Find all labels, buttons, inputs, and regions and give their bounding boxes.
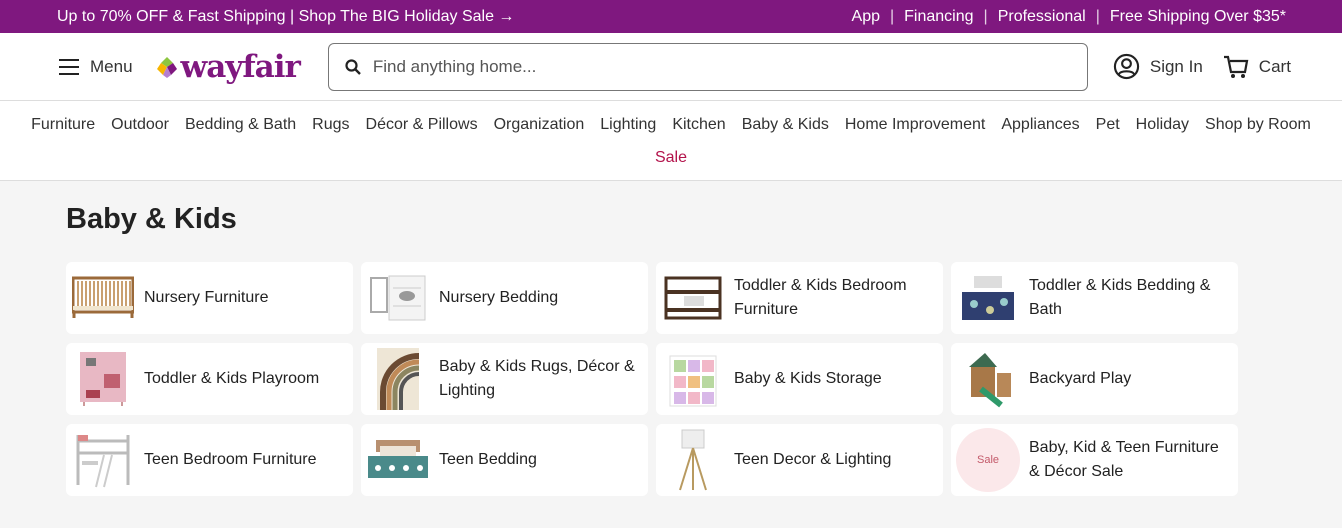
nursery-bedding-image: [365, 266, 431, 330]
sign-in-label: Sign In: [1149, 56, 1203, 76]
category-card[interactable]: Sale Baby, Kid & Teen Furniture & Décor S…: [951, 424, 1238, 496]
toy-storage-image: [660, 347, 726, 411]
sale-badge: Sale: [956, 428, 1020, 492]
category-label: Toddler & Kids Playroom: [144, 370, 320, 387]
bunk-bed-image: [660, 266, 726, 330]
category-label: Toddler & Kids Bedroom Furniture: [734, 277, 907, 318]
wayfair-logo[interactable]: wayfair: [155, 48, 301, 85]
cart-button[interactable]: Cart: [1223, 54, 1291, 80]
page-title: Baby & Kids: [66, 203, 237, 235]
financing-link[interactable]: Financing: [904, 8, 973, 26]
play-kitchen-image: [70, 347, 136, 411]
app-link[interactable]: App: [852, 8, 880, 26]
teen-bedding-image: [365, 428, 431, 492]
promo-bar: Up to 70% OFF & Fast Shipping | Shop The…: [0, 0, 1342, 33]
divider: |: [983, 7, 988, 25]
category-card[interactable]: Teen Bedding: [361, 424, 648, 496]
rainbow-rug-image: [365, 347, 431, 411]
category-label: Nursery Bedding: [439, 289, 559, 306]
nav-item-holiday[interactable]: Holiday: [1136, 116, 1189, 134]
category-label: Teen Decor & Lighting: [734, 451, 892, 468]
menu-label: Menu: [90, 56, 133, 76]
category-label: Teen Bedroom Furniture: [144, 451, 317, 468]
category-card[interactable]: Baby & Kids Rugs, Décor & Lighting: [361, 343, 648, 415]
cart-label: Cart: [1258, 56, 1291, 76]
nav-item-pet[interactable]: Pet: [1096, 116, 1120, 134]
category-card[interactable]: Teen Bedroom Furniture: [66, 424, 353, 496]
search-placeholder: Find anything home...: [372, 56, 537, 76]
nav-item-home-improvement[interactable]: Home Improvement: [845, 116, 986, 134]
sale-badge-image: Sale: [955, 428, 1021, 492]
nav-item-bedding-bath[interactable]: Bedding & Bath: [185, 116, 296, 134]
logo-text: wayfair: [180, 48, 301, 85]
logo-mark-icon: [156, 56, 177, 78]
category-card[interactable]: Toddler & Kids Bedding & Bath: [951, 262, 1238, 334]
promo-link[interactable]: Up to 70% OFF & Fast Shipping | Shop The…: [57, 8, 514, 26]
category-label: Baby & Kids Storage: [734, 370, 882, 387]
menu-button[interactable]: Menu: [58, 57, 133, 77]
search-icon: [345, 58, 361, 75]
category-card[interactable]: Backyard Play: [951, 343, 1238, 415]
search-input[interactable]: Find anything home...: [327, 42, 1088, 91]
category-card[interactable]: Nursery Furniture: [66, 262, 353, 334]
free-shipping-link[interactable]: Free Shipping Over $35*: [1110, 8, 1286, 26]
nav-item-shop-by-room[interactable]: Shop by Room: [1205, 116, 1311, 134]
category-label: Baby, Kid & Teen Furniture & Décor Sale: [1029, 439, 1219, 480]
nav-item-furniture[interactable]: Furniture: [31, 116, 95, 134]
category-label: Backyard Play: [1029, 370, 1132, 387]
hamburger-icon: [59, 58, 79, 75]
category-card[interactable]: Nursery Bedding: [361, 262, 648, 334]
playset-image: [955, 347, 1021, 411]
account-icon: [1113, 53, 1139, 80]
category-card[interactable]: Teen Decor & Lighting: [656, 424, 943, 496]
category-nav: Furniture Outdoor Bedding & Bath Rugs Dé…: [0, 101, 1342, 181]
category-label: Toddler & Kids Bedding & Bath: [1029, 277, 1211, 318]
category-label: Teen Bedding: [439, 451, 537, 468]
cart-icon: [1223, 55, 1249, 78]
nav-item-rugs[interactable]: Rugs: [312, 116, 349, 134]
nav-item-outdoor[interactable]: Outdoor: [111, 116, 169, 134]
nav-item-decor-pillows[interactable]: Décor & Pillows: [366, 116, 478, 134]
main-content: Baby & Kids Nursery Furniture Nursery Bed…: [0, 181, 1342, 496]
category-card[interactable]: Toddler & Kids Bedroom Furniture: [656, 262, 943, 334]
kids-bedding-image: [955, 266, 1021, 330]
divider: |: [1095, 7, 1100, 25]
category-label: Baby & Kids Rugs, Décor & Lighting: [439, 358, 635, 399]
nav-item-baby-kids[interactable]: Baby & Kids: [742, 116, 829, 134]
professional-link[interactable]: Professional: [998, 8, 1086, 26]
nav-item-lighting[interactable]: Lighting: [600, 116, 656, 134]
nav-item-kitchen[interactable]: Kitchen: [672, 116, 725, 134]
loft-bed-image: [70, 428, 136, 492]
divider: |: [890, 7, 895, 25]
floor-lamp-image: [660, 428, 726, 492]
utility-links: App | Financing | Professional | Free Shipp…: [852, 8, 1286, 26]
nav-item-sale[interactable]: Sale: [655, 149, 687, 167]
nav-item-appliances[interactable]: Appliances: [1001, 116, 1079, 134]
crib-image: [70, 266, 136, 330]
category-card[interactable]: Toddler & Kids Playroom: [66, 343, 353, 415]
sign-in-button[interactable]: Sign In: [1113, 53, 1203, 80]
category-grid: Nursery Furniture Nursery Bedding Toddler …: [66, 262, 1342, 496]
category-label: Nursery Furniture: [144, 289, 269, 306]
category-card[interactable]: Baby & Kids Storage: [656, 343, 943, 415]
site-header: Menu wayfair Find anything home... Sign …: [0, 33, 1342, 101]
nav-item-organization[interactable]: Organization: [494, 116, 585, 134]
